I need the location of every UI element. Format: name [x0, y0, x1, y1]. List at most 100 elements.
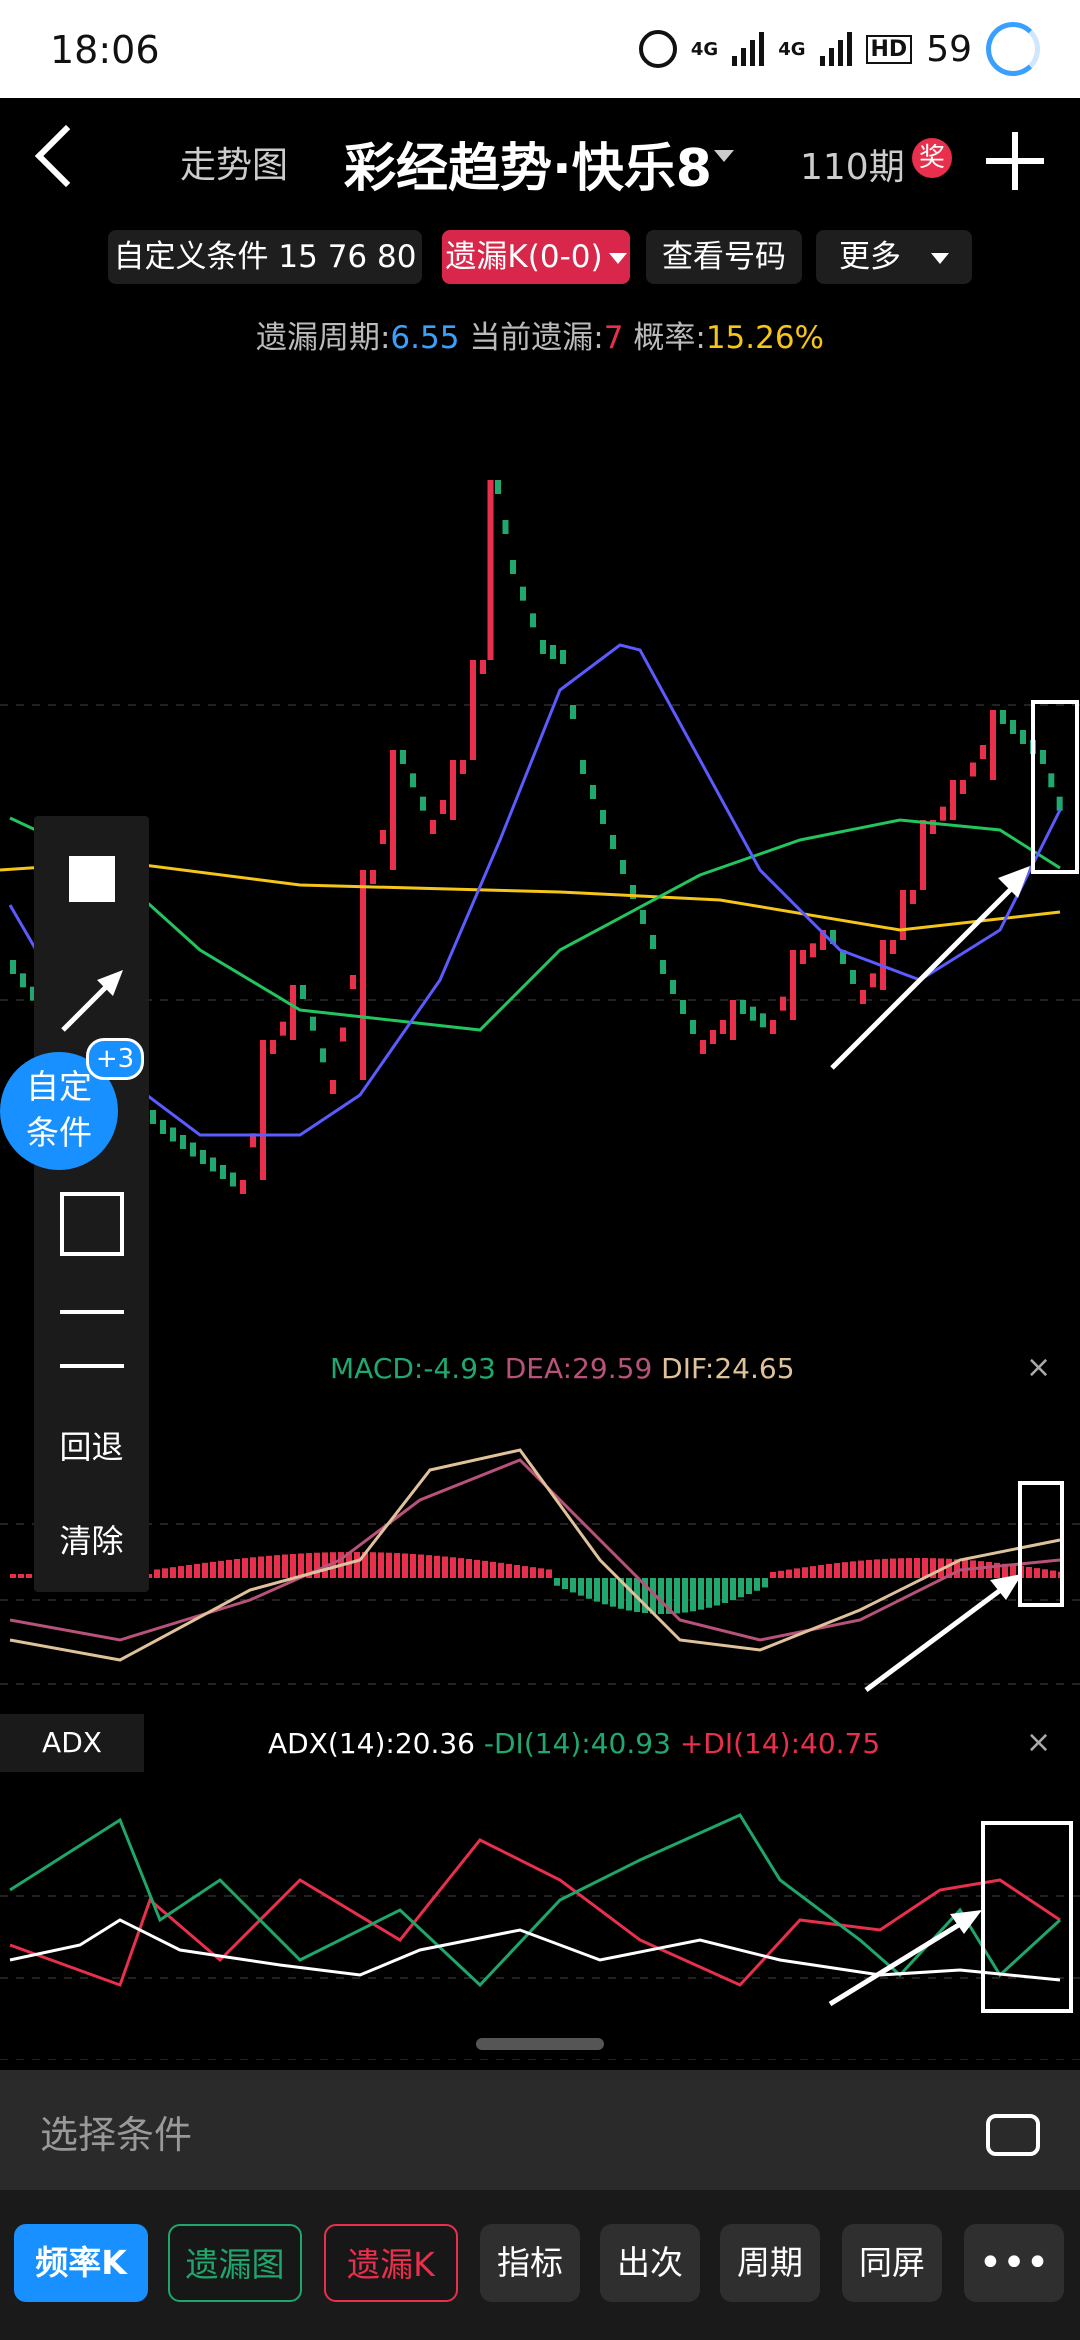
- macd-bar: [506, 1563, 512, 1578]
- macd-bar: [794, 1568, 800, 1578]
- macd-bar: [514, 1564, 520, 1578]
- candle: [487, 480, 494, 660]
- macd-bar: [874, 1559, 880, 1578]
- select-condition-field[interactable]: 选择条件: [0, 2070, 1080, 2190]
- candle: [610, 835, 616, 849]
- more-options-icon[interactable]: •••: [964, 2224, 1064, 2302]
- filled-square-tool-icon[interactable]: [34, 856, 149, 902]
- miss-chart-button[interactable]: 遗漏图: [168, 2224, 302, 2302]
- macd-bar: [466, 1558, 472, 1578]
- candle: [1056, 796, 1063, 811]
- candle: [790, 950, 796, 1020]
- candle: [180, 1135, 186, 1149]
- macd-bar: [522, 1566, 528, 1578]
- candle: [370, 870, 376, 884]
- frequency-k-button[interactable]: 频率K: [14, 2224, 148, 2302]
- candle: [940, 806, 946, 821]
- annotation-arrow-3: [828, 1915, 972, 2007]
- candle: [430, 820, 436, 834]
- indicator-button[interactable]: 指标: [480, 2224, 580, 2302]
- candle: [870, 973, 876, 988]
- candle: [495, 480, 501, 494]
- candle: [690, 1020, 696, 1034]
- macd-bar: [682, 1578, 688, 1613]
- macd-bar: [442, 1556, 448, 1578]
- adx-close-icon[interactable]: ×: [1026, 1725, 1051, 1760]
- macd-bar: [730, 1578, 736, 1601]
- select-condition-placeholder: 选择条件: [40, 2113, 193, 2157]
- candle: [760, 1013, 766, 1028]
- candle: [730, 1000, 736, 1040]
- candle: [900, 890, 906, 940]
- undo-button[interactable]: 回退: [34, 1422, 149, 1468]
- candle: [740, 1000, 746, 1014]
- candle: [360, 870, 366, 1080]
- macd-close-icon[interactable]: ×: [1026, 1350, 1051, 1385]
- adx-tab[interactable]: ADX: [0, 1714, 144, 1772]
- macd-bar: [498, 1562, 504, 1578]
- macd-bar: [690, 1578, 696, 1612]
- macd-bar: [810, 1566, 816, 1578]
- macd-bar: [258, 1556, 264, 1578]
- candle: [210, 1157, 216, 1172]
- appear-count-button[interactable]: 出次: [600, 2224, 700, 2302]
- drag-handle[interactable]: [476, 2038, 604, 2050]
- candle: [420, 796, 426, 811]
- macd-bar: [746, 1578, 752, 1595]
- macd-bar: [562, 1578, 568, 1590]
- macd-bar: [386, 1552, 392, 1578]
- clear-button[interactable]: 清除: [34, 1516, 149, 1562]
- macd-bar: [1050, 1570, 1056, 1578]
- candle: [330, 1080, 336, 1094]
- candle: [590, 785, 596, 799]
- macd-bar: [170, 1567, 176, 1578]
- candle: [290, 985, 296, 1040]
- rectangle-tool-icon[interactable]: [34, 1192, 149, 1256]
- macd-bar: [802, 1567, 808, 1578]
- candle: [540, 640, 546, 654]
- miss-k-button[interactable]: 遗漏K: [324, 2224, 458, 2302]
- annotation-arrow-1: [830, 878, 1022, 1070]
- macd-label: MACD:: [330, 1352, 424, 1385]
- macd-bar: [602, 1578, 608, 1605]
- candle: [1010, 720, 1016, 734]
- candle: [960, 780, 966, 794]
- k-line-candles: [10, 480, 1063, 1194]
- parallel-lines-tool-icon[interactable]: [34, 1310, 149, 1368]
- macd-bar: [1034, 1568, 1040, 1578]
- macd-dif-line: [9, 1448, 1061, 1662]
- macd-bar: [770, 1572, 776, 1578]
- minus-di-label: -DI(14):: [483, 1727, 591, 1760]
- candle: [530, 613, 536, 628]
- arrow-tool-icon[interactable]: [34, 966, 149, 1036]
- same-screen-button[interactable]: 同屏: [842, 2224, 942, 2302]
- macd-bar: [882, 1558, 888, 1578]
- macd-bar: [226, 1559, 232, 1578]
- candle: [1020, 730, 1026, 744]
- macd-bar: [762, 1578, 768, 1588]
- candle: [620, 860, 626, 874]
- macd-bar: [610, 1578, 616, 1607]
- macd-bar: [538, 1568, 544, 1578]
- drawing-toolbar: 回退 清除: [34, 816, 149, 1592]
- candle: [1000, 710, 1006, 724]
- candle: [380, 830, 386, 844]
- candle: [570, 705, 576, 719]
- macd-bar: [714, 1578, 720, 1606]
- macd-bar: [458, 1558, 464, 1578]
- arrow-tool-svg: [60, 970, 123, 1032]
- plus-di-value: 40.75: [800, 1727, 881, 1760]
- minus-di-value: 40.93: [590, 1727, 671, 1760]
- macd-bar: [834, 1563, 840, 1578]
- candle: [810, 943, 816, 958]
- macd-bar: [18, 1574, 24, 1578]
- period-button[interactable]: 周期: [720, 2224, 820, 2302]
- candle: [650, 935, 656, 949]
- candle: [350, 975, 356, 989]
- candle: [240, 1180, 246, 1194]
- candle: [220, 1165, 226, 1179]
- candle: [660, 960, 666, 974]
- macd-bar: [490, 1561, 496, 1578]
- macd-bar: [266, 1555, 272, 1578]
- candle: [20, 973, 26, 988]
